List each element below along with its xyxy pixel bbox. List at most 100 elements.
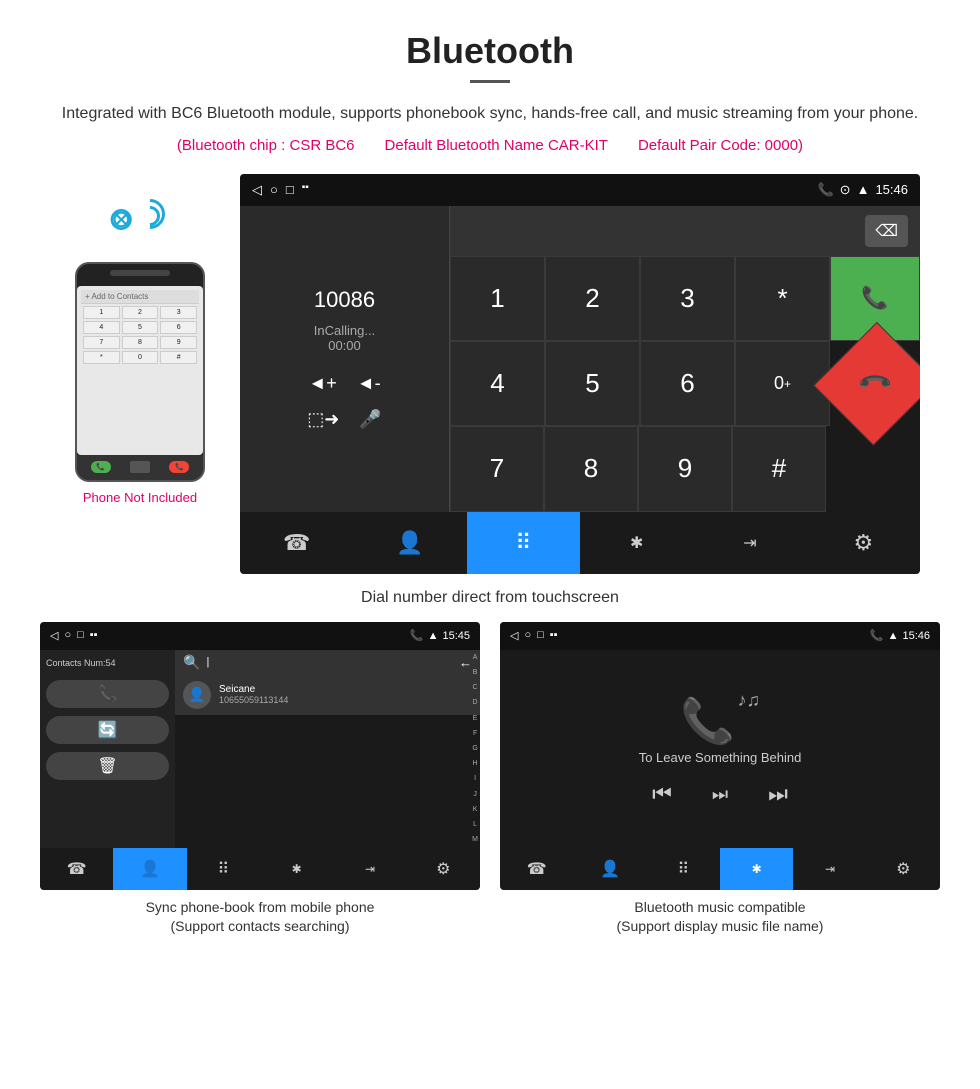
call-action-btn[interactable]: 📞 — [46, 680, 169, 708]
music-nav-bar: ☎ 👤 ⠿ ✱ ⇥ ⚙ — [500, 848, 940, 890]
music-time: 15:46 — [902, 630, 930, 642]
car-nav-bar: ☎ 👤 ⠿ ✱ ⇥ ⚙ — [240, 512, 920, 574]
key-4[interactable]: 4 — [450, 341, 545, 426]
contact-avatar: 👤 — [183, 681, 211, 709]
sync-action-btn[interactable]: 🔄 — [46, 716, 169, 744]
header-specs: (Bluetooth chip : CSR BC6 Default Blueto… — [60, 137, 920, 154]
key-1[interactable]: 1 — [450, 256, 545, 341]
header-description: Integrated with BC6 Bluetooth module, su… — [60, 101, 920, 127]
pb-time: 15:45 — [442, 630, 470, 642]
pb-notif-icon: ▪▪ — [90, 629, 98, 642]
music-home-icon: ○ — [524, 629, 531, 642]
dial-volume-controls: ◄+ ◄- — [308, 373, 380, 394]
car-status-bar: ◁ ○ □ ▪▪ 📞 ⊙ ▲ 15:46 — [240, 174, 920, 206]
music-nav-transfer[interactable]: ⇥ — [793, 848, 866, 890]
keypad-rows: 1 2 3 * 📞 4 5 6 0+ 📞 — [450, 256, 920, 512]
music-nav-contacts[interactable]: 👤 — [573, 848, 646, 890]
key-hash[interactable]: # — [732, 426, 826, 511]
phonebook-content: Contacts Num:54 📞 🔄 🗑 🔍 | ← 👤 — [40, 650, 480, 848]
play-pause-button[interactable]: ⏭ — [712, 784, 728, 805]
phone-mockup: + Add to Contacts 123 456 789 *0# 📞 📞 — [75, 262, 205, 482]
music-nav-settings[interactable]: ⚙ — [867, 848, 940, 890]
search-icon: 🔍 — [183, 654, 200, 671]
pb-home-icon: ○ — [64, 629, 71, 642]
spec-code: Default Pair Code: 0000) — [638, 137, 803, 154]
prev-track-button[interactable]: ⏮ — [652, 781, 672, 807]
keypad-row-3: 7 8 9 # — [450, 426, 920, 511]
phone-screen: + Add to Contacts 123 456 789 *0# — [77, 286, 203, 455]
call-timer: 00:00 — [328, 338, 361, 353]
music-item: ◁ ○ □ ▪▪ 📞 ▲ 15:46 📞 ♪♫ To Leave S — [495, 622, 945, 937]
phonebook-caption: Sync phone-book from mobile phone (Suppo… — [146, 898, 375, 937]
contact-row[interactable]: 👤 Seicane 10655059113144 — [175, 675, 480, 715]
music-nav-keypad[interactable]: ⠿ — [647, 848, 720, 890]
phone-green-btn: 📞 — [91, 461, 111, 473]
status-bar-left: ◁ ○ □ ▪▪ — [252, 182, 309, 198]
key-8[interactable]: 8 — [544, 426, 638, 511]
nav-transfer[interactable]: ⇥ — [693, 512, 806, 574]
phonebook-screen: ◁ ○ □ ▪▪ 📞 ▲ 15:45 Contacts Num:54 📞 🔄 — [40, 622, 480, 890]
key-3[interactable]: 3 — [640, 256, 735, 341]
dial-keypad: ⌫ 1 2 3 * 📞 4 5 6 — [450, 206, 920, 512]
phonebook-status-bar: ◁ ○ □ ▪▪ 📞 ▲ 15:45 — [40, 622, 480, 650]
pb-nav-transfer[interactable]: ⇥ — [333, 848, 406, 890]
music-icon-wrapper: 📞 ♪♫ — [680, 690, 760, 750]
vol-up-icon[interactable]: ◄+ — [308, 373, 336, 394]
phone-side: ⨷ + Add to Contacts 123 456 789 *0# — [60, 174, 220, 505]
mute-icon[interactable]: 🎤 — [359, 409, 381, 430]
key-star[interactable]: * — [735, 256, 830, 341]
pb-nav-contacts[interactable]: 👤 — [113, 848, 186, 890]
pb-nav-bluetooth[interactable]: ✱ — [260, 848, 333, 890]
music-nav-bluetooth[interactable]: ✱ — [720, 848, 793, 890]
pb-call-icon: 📞 — [410, 629, 424, 642]
page-title: Bluetooth — [60, 30, 920, 72]
pb-nav-call[interactable]: ☎ — [40, 848, 113, 890]
dial-number: 10086 — [314, 287, 375, 313]
nav-bluetooth[interactable]: ✱ — [580, 512, 693, 574]
car-main-screen: ◁ ○ □ ▪▪ 📞 ⊙ ▲ 15:46 10086 InCalling... … — [240, 174, 920, 574]
pb-nav-settings[interactable]: ⚙ — [407, 848, 480, 890]
music-status-bar: ◁ ○ □ ▪▪ 📞 ▲ 15:46 — [500, 622, 940, 650]
contact-number: 10655059113144 — [219, 695, 288, 705]
key-2[interactable]: 2 — [545, 256, 640, 341]
notification-icon: ▪▪ — [302, 182, 309, 198]
music-nav-call[interactable]: ☎ — [500, 848, 573, 890]
nav-keypad[interactable]: ⠿ — [467, 512, 580, 574]
contacts-count: Contacts Num:54 — [46, 658, 169, 668]
vol-down-icon[interactable]: ◄- — [357, 373, 381, 394]
key-9[interactable]: 9 — [638, 426, 732, 511]
nav-contacts[interactable]: 👤 — [353, 512, 466, 574]
main-screenshot-container: ⨷ + Add to Contacts 123 456 789 *0# — [0, 164, 980, 579]
bluetooth-signal-icon: ⨷ — [100, 194, 180, 254]
phonebook-nav-bar: ☎ 👤 ⠿ ✱ ⇥ ⚙ — [40, 848, 480, 890]
music-content: 📞 ♪♫ To Leave Something Behind ⏮ ⏭ ⏭ — [500, 650, 940, 848]
music-controls: ⏮ ⏭ ⏭ — [652, 781, 788, 807]
search-back-icon[interactable]: ← — [459, 655, 472, 670]
location-icon: ⊙ — [840, 182, 851, 198]
key-6[interactable]: 6 — [640, 341, 735, 426]
nav-call[interactable]: ☎ — [240, 512, 353, 574]
keypad-header: ⌫ — [450, 206, 920, 256]
backspace-button[interactable]: ⌫ — [865, 215, 908, 247]
music-note-icon: ♪♫ — [738, 690, 761, 711]
key-5[interactable]: 5 — [545, 341, 640, 426]
search-cursor: | — [206, 656, 453, 668]
pb-nav-keypad[interactable]: ⠿ — [187, 848, 260, 890]
contact-name: Seicane — [219, 684, 288, 695]
music-caption: Bluetooth music compatible (Support disp… — [617, 898, 824, 937]
pb-status-right: 📞 ▲ 15:45 — [410, 629, 470, 642]
status-time: 15:46 — [875, 182, 908, 197]
call-status-icon: 📞 — [817, 182, 833, 198]
key-7[interactable]: 7 — [450, 426, 544, 511]
phonebook-right: 🔍 | ← 👤 Seicane 10655059113144 — [175, 650, 480, 848]
transfer-icon[interactable]: ⬚➜ — [307, 409, 339, 430]
home-icon: ○ — [270, 182, 278, 198]
recent-icon: □ — [286, 182, 294, 198]
next-track-button[interactable]: ⏭ — [768, 781, 788, 807]
phone-not-included-label: Phone Not Included — [83, 490, 197, 505]
call-status-text: InCalling... — [314, 323, 375, 338]
music-wifi-icon: ▲ — [888, 630, 899, 642]
status-bar-right: 📞 ⊙ ▲ 15:46 — [817, 182, 908, 198]
delete-action-btn[interactable]: 🗑 — [46, 752, 169, 780]
nav-settings[interactable]: ⚙ — [807, 512, 920, 574]
